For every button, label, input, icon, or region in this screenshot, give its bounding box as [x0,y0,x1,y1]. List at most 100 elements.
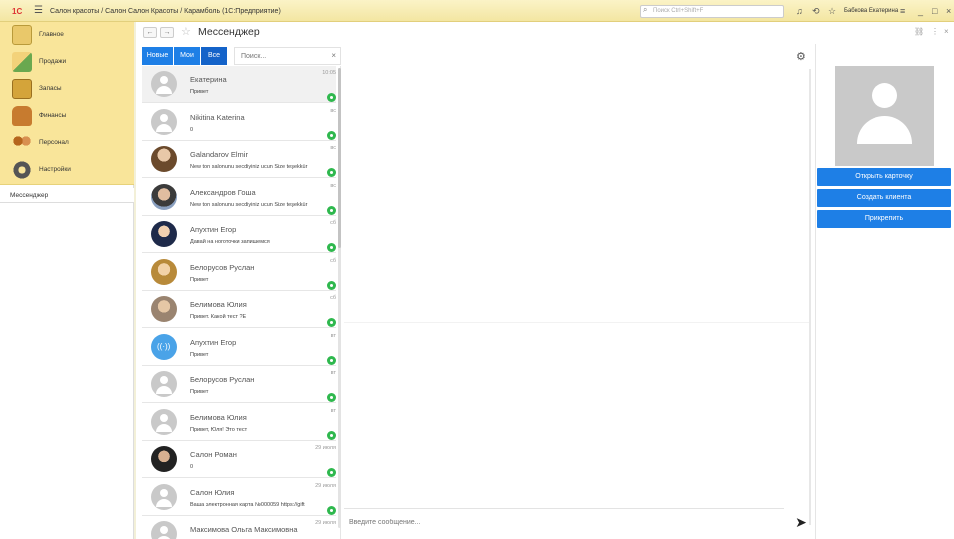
client-photo [835,66,934,166]
close-form-icon[interactable]: × [944,27,949,36]
history-icon[interactable]: ⟲ [812,6,820,16]
chat-time: вт [330,332,336,339]
sidebar-item-label: Настройки [39,166,71,173]
conversation-area [344,66,811,528]
chat-list-item[interactable]: ((·)) Апухтин Егор Привет вт [142,328,336,366]
conversation-scrollbar[interactable] [809,69,811,525]
stock-icon [12,79,32,99]
chat-list-item[interactable]: Белимова Юлия Привет. Какой тест ?Ё сб [142,291,336,328]
chat-list: Екатерина Привет 10:05 Nikitina Katerina 0 вс… [142,66,341,539]
chat-search-input[interactable] [235,48,325,64]
broadcast-icon: ((·)) [157,341,171,351]
whatsapp-icon [327,93,336,102]
sidebar-item-label: Финансы [39,112,67,119]
create-client-button[interactable]: Создать клиента [817,189,951,207]
close-icon[interactable]: × [946,6,951,16]
chat-last-message: Привет [190,276,209,283]
chat-list-item[interactable]: Салон Роман 0 29 июля [142,441,336,478]
send-icon[interactable]: ➤ [792,514,810,530]
open-window-messenger[interactable]: Мессенджер [0,188,134,203]
chat-last-message: 0 [190,464,194,470]
finance-icon [12,106,32,126]
chat-list-item[interactable]: Апухтин Егор Давай на ноготочки запишемся… [142,216,336,253]
current-user[interactable]: Бабкова Екатерина [844,8,898,14]
message-composer [344,508,784,536]
chat-time: вс [330,182,336,189]
chat-last-message: 0 [190,126,194,133]
chat-search: × [234,47,341,65]
chat-last-message: New ton salonunu secdiyiniz ucun Size te… [190,164,308,170]
favorite-star-icon[interactable]: ☆ [181,25,191,38]
menu-icon[interactable]: ☰ [34,6,43,16]
avatar [151,296,177,322]
minimize-icon[interactable]: _ [918,6,923,16]
avatar: ((·)) [151,333,177,360]
more-icon[interactable]: ⋮ [931,27,939,36]
chat-list-item[interactable]: Nikitina Katerina 0 вс [142,103,336,141]
avatar [151,521,177,539]
chat-contact-name: Салон Юлия [190,487,235,497]
sidebar-item-stock[interactable]: Запасы [0,76,134,102]
chat-time: 10:05 [322,70,336,76]
clear-search-icon[interactable]: × [331,51,336,60]
section-panel: Главное Продажи Запасы Финансы Персонал … [0,22,134,185]
bell-icon[interactable]: ♫ [796,6,803,16]
global-search-placeholder: Поиск Ctrl+Shift+F [653,8,704,14]
link-icon[interactable]: ⛓ [914,27,924,36]
attach-button[interactable]: Прикрепить [817,210,951,228]
whatsapp-icon [327,318,336,327]
chat-list-item[interactable]: Белорусов Руслан Привет вт [142,366,336,403]
sidebar-item-finance[interactable]: Финансы [0,103,134,129]
avatar [151,108,177,135]
chat-list-item[interactable]: Белимова Юлия Привет, Юля! Это тест вт [142,403,336,441]
avatar [151,446,177,472]
gear-icon[interactable]: ⚙ [796,50,806,63]
open-card-button[interactable]: Открыть карточку [817,168,951,186]
message-input[interactable] [349,514,769,530]
chat-last-message: New ton salonunu secdiyiniz ucun Size te… [190,201,308,208]
tab-mine[interactable]: Мои [174,47,200,65]
chat-time: сб [330,295,336,301]
star-icon[interactable]: ☆ [828,6,836,16]
title-bar: 1С ☰ Салон красоты / Салон Салон Красоты… [0,0,954,22]
sidebar-item-sales[interactable]: Продажи [0,49,134,75]
app-logo: 1С [12,7,23,16]
page-title: Мессенджер [198,26,260,38]
back-button[interactable]: ← [143,27,157,38]
whatsapp-icon [327,130,336,140]
chat-time: вт [330,407,336,414]
scrollbar-thumb[interactable] [338,68,341,248]
settings-icon[interactable]: ≡ [900,6,905,16]
chat-last-message: Привет. Какой тест ?Ё [190,314,247,320]
chat-list-item[interactable]: Белорусов Руслан Привет сб [142,253,336,291]
whatsapp-icon [327,505,336,515]
chat-last-message: Давай на ноготочки запишемся [190,239,270,245]
avatar [151,371,177,397]
chat-time: 29 июля [315,482,336,489]
global-search-input[interactable]: ⌕ Поиск Ctrl+Shift+F [640,5,784,18]
tab-all[interactable]: Все [201,47,227,65]
sidebar-item-label: Главное [39,31,64,38]
chat-list-item[interactable]: Салон Юлия Ваша электронная карта №000059… [142,478,336,516]
sidebar-item-main[interactable]: Главное [0,22,134,48]
chat-list-scrollbar[interactable] [338,68,341,528]
whatsapp-icon [327,468,336,477]
chat-time: 29 июля [315,445,336,451]
sidebar-item-label: Персонал [39,139,69,146]
main-area: ← → ☆ Мессенджер ⛓ ⋮ × Новые Мои Все × Е… [136,22,954,539]
chat-contact-name: Nikitina Katerina [190,112,245,122]
whatsapp-icon [327,430,336,440]
tab-new[interactable]: Новые [142,47,173,65]
chat-contact-name: Белорусов Руслан [190,375,255,384]
forward-button[interactable]: → [160,27,174,38]
avatar [151,221,177,247]
chat-time: сб [330,220,336,226]
open-window-label: Мессенджер [10,192,49,199]
chat-list-item[interactable]: Максимова Ольга Максимовна 29 июля [142,516,336,539]
chat-list-item[interactable]: Екатерина Привет 10:05 [142,66,336,103]
sidebar-item-settings[interactable]: Настройки [0,157,134,183]
chat-list-item[interactable]: Александров Гоша New ton salonunu secdiyi… [142,178,336,216]
maximize-icon[interactable]: □ [932,6,937,16]
chat-list-item[interactable]: Galandarov Elmir New ton salonunu secdiyi… [142,141,336,178]
sidebar-item-staff[interactable]: Персонал [0,130,134,156]
